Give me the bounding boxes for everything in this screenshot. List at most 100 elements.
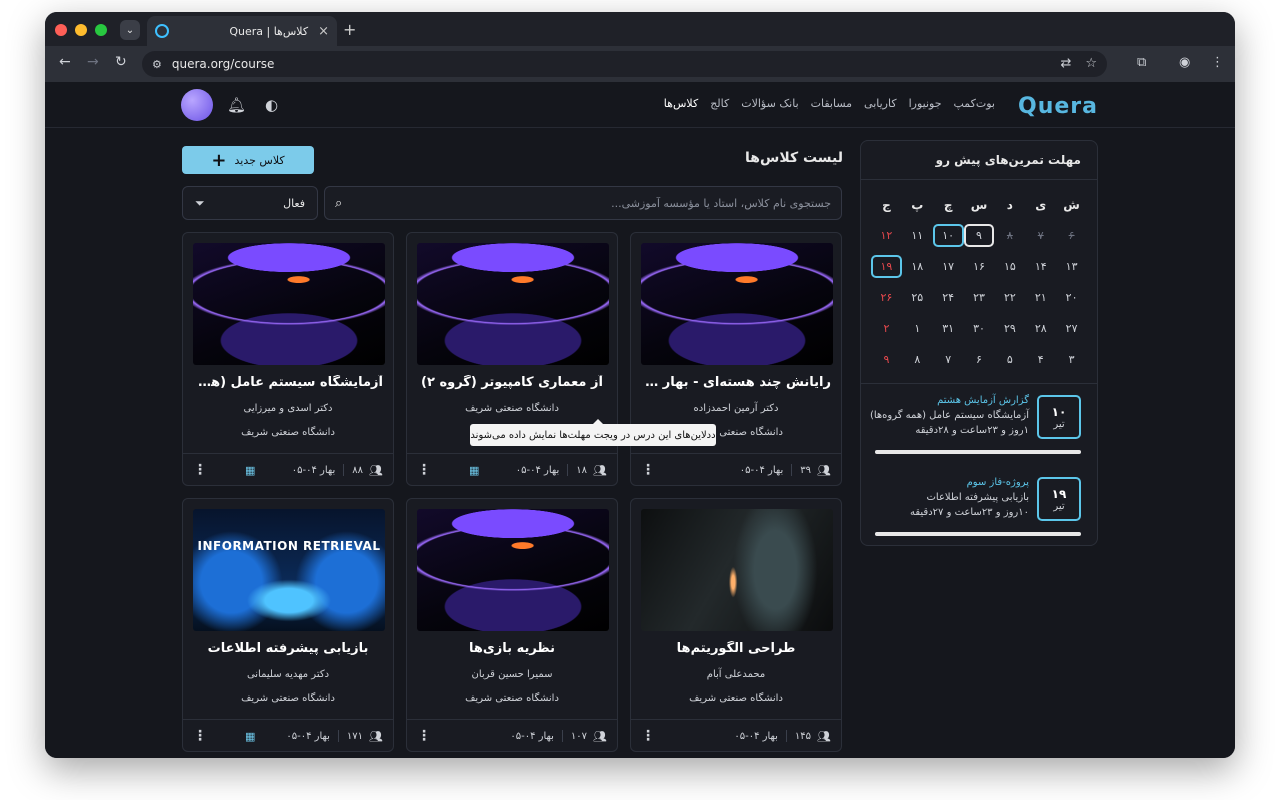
deadlines-widget: مهلت تمرین‌های پیش رو ش ی د س چ پ ج ۶ ۷ … (860, 140, 1098, 546)
deadline-item[interactable]: ۱۰ تیر گزارش آزمایش هشتم آزمایشگاه سیستم… (870, 395, 1081, 467)
reload-icon[interactable]: ↻ (115, 54, 127, 70)
nav-item-jobs[interactable]: کاریابی (864, 97, 897, 110)
calendar-day-deadline[interactable]: ۱۰ (932, 224, 964, 247)
class-title[interactable]: رایانش چند هسته‌ای - بهار ۱۴۰۵ (641, 375, 831, 390)
bookmark-star-icon[interactable]: ☆ (1085, 56, 1097, 71)
deadline-progress-fill (875, 450, 1081, 454)
calendar-day[interactable]: ۲۱ (1025, 286, 1056, 309)
deadline-title[interactable]: پروژه-فاز سوم (967, 477, 1029, 488)
search-icon[interactable]: ⌕ (335, 196, 342, 211)
forward-arrow-icon[interactable]: → (87, 54, 99, 70)
calendar-day-today[interactable]: ۹ (963, 224, 995, 247)
class-title[interactable]: طراحی الگوریتم‌ها (641, 641, 831, 656)
tab-close-icon[interactable]: × (318, 24, 329, 39)
new-tab-button[interactable]: + (343, 20, 356, 39)
calendar-day-deadline[interactable]: ۱۹ (871, 255, 902, 278)
calendar-day[interactable]: ۸ (994, 224, 1025, 247)
deadline-calendar-icon[interactable]: ▦ (245, 730, 255, 743)
nav-item-college[interactable]: کالج (710, 97, 729, 110)
more-options-icon[interactable]: ⋮ (193, 728, 207, 744)
notification-bell-icon[interactable]: 🔔︎ (227, 96, 246, 114)
calendar-day[interactable]: ۳۰ (964, 317, 995, 340)
calendar-day[interactable]: ۲۳ (964, 286, 995, 309)
calendar-day-holiday[interactable]: ۱۲ (871, 224, 902, 247)
calendar-day[interactable]: ۲۸ (1025, 317, 1056, 340)
calendar-day[interactable]: ۱۴ (1025, 255, 1056, 278)
class-card[interactable]: INFORMATION RETRIEVAL بازیابی پیشرفته اط… (182, 498, 394, 752)
maximize-window-button[interactable] (95, 24, 107, 36)
calendar-day[interactable]: ۶ (1056, 224, 1087, 247)
active-tab[interactable]: Quera | کلاس‌ها × (147, 16, 337, 46)
nav-item-bootcamp[interactable]: بوت‌کمپ (954, 97, 996, 110)
deadline-title[interactable]: گزارش آزمایش هشتم (937, 395, 1029, 406)
weekday-wed: چ (943, 197, 953, 212)
tab-search-chevron-icon[interactable]: ⌄ (120, 20, 140, 40)
calendar-day[interactable]: ۷ (933, 348, 964, 371)
calendar-day-holiday[interactable]: ۲ (871, 317, 902, 340)
class-card[interactable]: رایانش چند هسته‌ای - بهار ۱۴۰۵ دکتر آرمی… (630, 232, 842, 486)
calendar-day-holiday[interactable]: ۹ (871, 348, 902, 371)
browser-menu-icon[interactable]: ⋮ (1211, 55, 1224, 70)
search-box[interactable]: ⌕ (324, 186, 842, 220)
calendar-day[interactable]: ۱۸ (902, 255, 933, 278)
class-card[interactable]: آزمایشگاه سیستم عامل (همه... دکتر اسدی و… (182, 232, 394, 486)
calendar-day[interactable]: ۷ (1025, 224, 1056, 247)
address-bar[interactable]: ⚙ quera.org/course ⇄ ☆ (142, 51, 1107, 77)
calendar-day[interactable]: ۱۵ (994, 255, 1025, 278)
calendar-day[interactable]: ۸ (902, 348, 933, 371)
profile-icon[interactable]: ◉ (1179, 55, 1190, 70)
class-title[interactable]: بازیابی پیشرفته اطلاعات (193, 641, 383, 656)
close-window-button[interactable] (55, 24, 67, 36)
theme-toggle-icon[interactable]: ◐ (265, 96, 278, 114)
class-card[interactable]: آز معماری کامپیوتر (گروه ۲) دانشگاه صنعت… (406, 232, 618, 486)
minimize-window-button[interactable] (75, 24, 87, 36)
status-filter[interactable]: ⏷ فعال (182, 186, 318, 220)
class-teacher: دکتر اسدی و میرزایی (243, 403, 333, 414)
avatar[interactable] (181, 89, 213, 121)
calendar-day[interactable]: ۳۱ (933, 317, 964, 340)
more-options-icon[interactable]: ⋮ (193, 462, 207, 478)
quera-logo[interactable]: Quera (1018, 94, 1098, 119)
calendar-day[interactable]: ۲۲ (994, 286, 1025, 309)
more-options-icon[interactable]: ⋮ (641, 728, 655, 744)
new-class-button[interactable]: کلاس جدید + (182, 146, 314, 174)
calendar-day[interactable]: ۱۳ (1056, 255, 1087, 278)
class-title[interactable]: آزمایشگاه سیستم عامل (همه... (193, 375, 383, 390)
class-card[interactable]: نظریه بازی‌ها سمیرا حسین قربان دانشگاه ص… (406, 498, 618, 752)
calendar-day[interactable]: ۲۷ (1056, 317, 1087, 340)
calendar-day[interactable]: ۱۱ (902, 224, 933, 247)
nav-item-juniora[interactable]: جونیورا (909, 97, 942, 110)
calendar-day-holiday[interactable]: ۲۶ (871, 286, 902, 309)
calendar-day[interactable]: ۲۰ (1056, 286, 1087, 309)
deadline-calendar-icon[interactable]: ▦ (469, 464, 479, 477)
calendar-day[interactable]: ۲۴ (933, 286, 964, 309)
class-university: دانشگاه صنعتی شریف (465, 403, 559, 414)
deadline-calendar-icon[interactable]: ▦ (245, 464, 255, 477)
class-title[interactable]: نظریه بازی‌ها (417, 641, 607, 656)
more-options-icon[interactable]: ⋮ (417, 728, 431, 744)
deadline-item[interactable]: ۱۹ تیر پروژه-فاز سوم بازیابی پیشرفته اطل… (875, 477, 1081, 549)
calendar-day[interactable]: ۱۷ (933, 255, 964, 278)
nav-item-contests[interactable]: مسابقات (811, 97, 852, 110)
class-university: دانشگاه صنعتی شریف (241, 427, 335, 438)
calendar-day[interactable]: ۲۵ (902, 286, 933, 309)
calendar-day[interactable]: ۱۶ (964, 255, 995, 278)
translate-icon[interactable]: ⇄ (1060, 56, 1071, 71)
back-arrow-icon[interactable]: ← (59, 54, 71, 70)
search-input[interactable] (348, 196, 831, 210)
calendar-day[interactable]: ۲۹ (994, 317, 1025, 340)
more-options-icon[interactable]: ⋮ (641, 462, 655, 478)
class-card[interactable]: طراحی الگوریتم‌ها محمدعلی آبام دانشگاه ص… (630, 498, 842, 752)
calendar-day[interactable]: ۴ (1025, 348, 1056, 371)
more-options-icon[interactable]: ⋮ (417, 462, 431, 478)
calendar-day[interactable]: ۵ (994, 348, 1025, 371)
calendar-day[interactable]: ۶ (964, 348, 995, 371)
site-settings-icon[interactable]: ⚙ (152, 58, 162, 71)
calendar-day[interactable]: ۳ (1056, 348, 1087, 371)
class-title[interactable]: آز معماری کامپیوتر (گروه ۲) (417, 375, 607, 390)
calendar-day[interactable]: ۱ (902, 317, 933, 340)
extensions-icon[interactable]: ⧉ (1137, 55, 1146, 70)
nav-item-problem-bank[interactable]: بانک سؤالات (741, 97, 798, 110)
nav-item-classes[interactable]: کلاس‌ها (664, 97, 698, 110)
divider (337, 730, 339, 742)
